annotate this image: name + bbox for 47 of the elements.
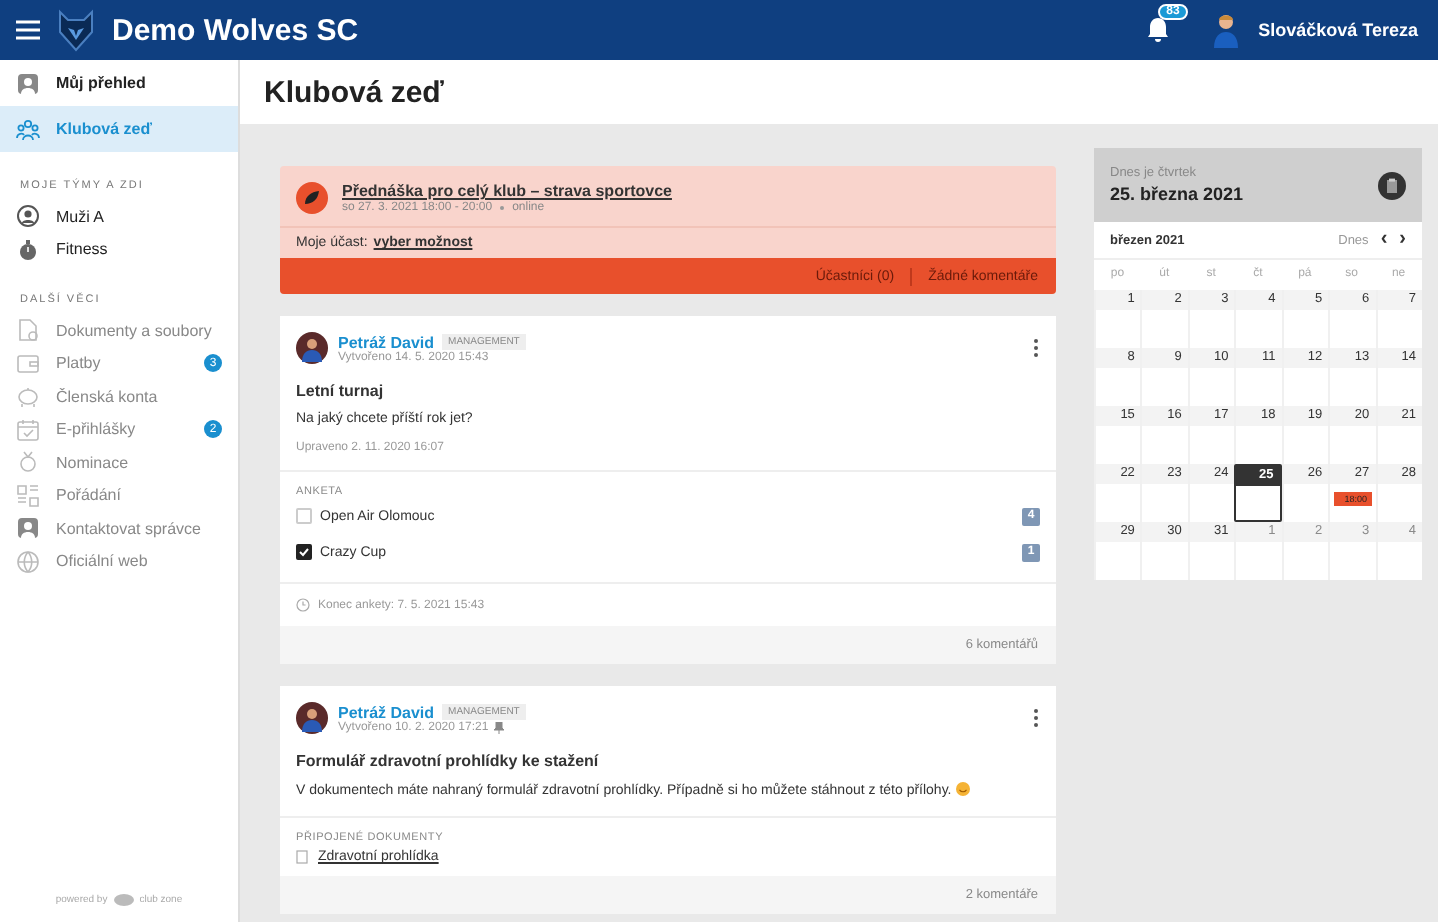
clock-icon bbox=[296, 598, 310, 612]
smiley-icon bbox=[955, 782, 970, 796]
sidebar-item[interactable]: Muži A bbox=[0, 200, 238, 233]
board-icon bbox=[16, 483, 40, 508]
people-icon bbox=[16, 117, 40, 141]
app-title: Demo Wolves SC bbox=[112, 13, 361, 47]
sidebar-item[interactable]: Členská konta bbox=[0, 380, 238, 413]
piggy-bank-icon bbox=[16, 384, 40, 409]
checkbox[interactable] bbox=[296, 544, 312, 560]
avatar-icon bbox=[296, 702, 328, 734]
author-link[interactable]: Petráž David bbox=[338, 333, 435, 351]
user-name[interactable]: Slováčková Tereza bbox=[1258, 20, 1418, 40]
event-title-link[interactable]: Přednáška pro celý klub – strava sportovce bbox=[342, 182, 672, 200]
more-options-icon[interactable] bbox=[1032, 338, 1040, 358]
leaf-icon bbox=[296, 182, 328, 214]
person-icon bbox=[16, 516, 40, 541]
team-icon bbox=[16, 204, 40, 229]
user-avatar-icon bbox=[1210, 12, 1243, 48]
file-icon bbox=[296, 850, 308, 864]
medal-icon bbox=[16, 450, 40, 475]
document-icon bbox=[16, 318, 40, 343]
page-title: Klubová zeď bbox=[240, 60, 1438, 124]
previous-button[interactable]: ‹ bbox=[1380, 230, 1388, 250]
sidebar-item[interactable]: Fitness bbox=[0, 233, 238, 266]
brand-logo-icon bbox=[113, 894, 134, 906]
sidebar-item[interactable]: Můj přehled bbox=[0, 60, 238, 106]
sidebar-item[interactable]: Nominace bbox=[0, 446, 238, 479]
post-title: Formulář zdravotní prohlídky ke stažení bbox=[294, 750, 601, 770]
calendar-icon bbox=[16, 417, 40, 442]
wallet-icon bbox=[16, 351, 40, 376]
sidebar-item[interactable]: Pořádání bbox=[0, 479, 238, 512]
stopwatch-icon bbox=[16, 237, 40, 262]
sidebar-item[interactable]: Oficiální web bbox=[0, 545, 238, 578]
sidebar-item[interactable]: Kontaktovat správce bbox=[0, 512, 238, 545]
author-link[interactable]: Petráž David bbox=[338, 703, 435, 721]
wolf-logo-icon bbox=[56, 8, 96, 52]
bell-icon[interactable] bbox=[1146, 16, 1171, 42]
post-title: Letní turnaj bbox=[294, 380, 386, 400]
globe-icon bbox=[16, 549, 40, 574]
avatar-icon bbox=[296, 332, 328, 364]
next-button[interactable]: › bbox=[1399, 230, 1406, 250]
clipboard-icon[interactable] bbox=[1378, 171, 1406, 199]
sidebar-item[interactable]: Dokumenty a soubory bbox=[0, 314, 238, 347]
today-date: 25. března 2021 bbox=[1110, 184, 1246, 204]
menu-icon[interactable] bbox=[16, 20, 40, 40]
person-icon bbox=[16, 71, 40, 95]
more-options-icon[interactable] bbox=[1032, 708, 1040, 728]
